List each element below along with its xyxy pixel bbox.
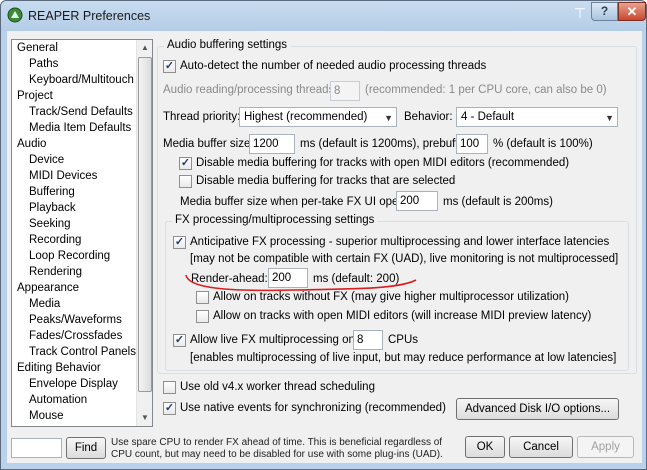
tree-item[interactable]: Device [12,152,138,168]
behavior-select[interactable]: 4 - Default ▼ [456,107,618,127]
behavior-label: Behavior: [404,111,453,123]
tree-item[interactable]: Automation [12,392,138,408]
reaper-logo-icon [7,7,23,23]
prebuffer-field[interactable]: 100 [456,134,488,154]
live-fx-cpus-field[interactable]: 8 [353,330,383,350]
tree-scrollbar[interactable]: ▲ ▼ [136,40,152,426]
per-take-note: ms (default is 200ms) [443,196,553,208]
per-take-label: Media buffer size when per-take FX UI op… [180,196,408,208]
tree-item[interactable]: Mouse [12,408,138,424]
find-button[interactable]: Find [66,437,106,459]
tree-item[interactable]: Keyboard/Multitouch [12,72,138,88]
no-fx-checkbox[interactable]: ✓ [196,291,209,304]
tree-item[interactable]: Project [12,88,138,104]
dialog-client: General Paths Keyboard/Multitouch Project Tr… [7,31,642,463]
anticipative-fx-checkbox[interactable]: ✓ [173,236,186,249]
preferences-window: REAPER Preferences ⊤ ? ✕ General Paths Key… [0,0,647,470]
tree-item[interactable]: Envelope Display [12,376,138,392]
thread-priority-label: Thread priority: [163,111,241,123]
live-fx-label: Allow live FX multiprocessing on: [190,334,359,346]
thread-priority-value: Highest (recommended) [244,111,368,123]
threads-label: Audio reading/processing threads: [163,84,338,96]
tree-item[interactable]: Appearance [12,280,138,296]
midi-editors-label: Allow on tracks with open MIDI editors (… [213,310,592,322]
threads-field[interactable]: 8 [330,81,360,101]
tree-item[interactable]: Loop Recording [12,248,138,264]
title-bar[interactable]: REAPER Preferences ⊤ ? ✕ [1,1,646,31]
old-worker-checkbox[interactable]: ✓ [163,381,176,394]
tree-item[interactable]: Audio [12,136,138,152]
help-hint-text: Use spare CPU to render FX ahead of time… [111,437,443,460]
disable-selected-label: Disable media buffering for tracks that … [196,175,456,187]
disable-midi-label: Disable media buffering for tracks with … [196,157,570,169]
no-fx-label: Allow on tracks without FX (may give hig… [213,291,569,303]
anticipative-fx-note: [may not be compatible with certain FX (… [190,253,619,265]
tree-item[interactable]: Editing Behavior [12,360,138,376]
window-title: REAPER Preferences [28,9,151,23]
live-fx-note: [enables multiprocessing of live input, … [190,352,617,364]
chevron-down-icon: ▼ [384,113,393,123]
per-take-field[interactable]: 200 [396,191,438,211]
scroll-down-icon[interactable]: ▼ [138,410,152,426]
audio-buffering-title: Audio buffering settings [164,39,290,51]
preferences-tree[interactable]: General Paths Keyboard/Multitouch Project Tr… [11,39,153,427]
midi-editors-checkbox[interactable]: ✓ [196,310,209,323]
media-buffer-note: ms (default is 1200ms), prebuffer: [300,138,472,150]
old-worker-label: Use old v4.x worker thread scheduling [180,381,375,393]
disable-selected-checkbox[interactable]: ✓ [179,175,192,188]
tree-item[interactable]: MIDI Devices [12,168,138,184]
close-button[interactable]: ✕ [618,2,646,21]
scroll-up-icon[interactable]: ▲ [138,40,152,56]
media-buffer-field[interactable]: 1200 [249,134,295,154]
threads-note: (recommended: 1 per CPU core, can also b… [365,84,607,96]
live-fx-checkbox[interactable]: ✓ [173,334,186,347]
tree-item[interactable]: Track/Send Defaults [12,104,138,120]
help-button[interactable]: ? [591,2,618,21]
live-fx-unit: CPUs [388,334,419,346]
tree-list: General Paths Keyboard/Multitouch Project Tr… [12,40,138,424]
tree-item[interactable]: Media Item Defaults [12,120,138,136]
disable-midi-checkbox[interactable]: ✓ [179,157,192,170]
tree-item[interactable]: Playback [12,200,138,216]
tree-item[interactable]: Paths [12,56,138,72]
behavior-value: 4 - Default [461,111,515,123]
auto-detect-label: Auto-detect the number of needed audio p… [180,60,487,72]
tree-item[interactable]: Recording [12,232,138,248]
media-buffer-label: Media buffer size: [163,138,254,150]
native-events-checkbox[interactable]: ✓ [163,402,176,415]
tree-item[interactable]: Seeking [12,216,138,232]
auto-detect-checkbox[interactable]: ✓ [163,60,176,73]
ok-button[interactable]: OK [465,436,505,458]
tree-item[interactable]: Peaks/Waveforms [12,312,138,328]
anticipative-fx-label: Anticipative FX processing - superior mu… [190,236,610,248]
prebuffer-note: % (default is 100%) [493,138,593,150]
tree-item[interactable]: Track Control Panels [12,344,138,360]
thread-priority-select[interactable]: Highest (recommended) ▼ [239,107,397,127]
tree-item[interactable]: Rendering [12,264,138,280]
tree-item[interactable]: General [12,40,138,56]
pin-icon[interactable]: ⊤ [571,4,589,22]
tree-item[interactable]: Media [12,296,138,312]
chevron-down-icon: ▼ [605,113,614,123]
scrollbar-thumb[interactable] [138,57,152,392]
fx-processing-title: FX processing/multiprocessing settings [172,214,378,226]
find-input[interactable] [11,438,62,458]
native-events-label: Use native events for synchronizing (rec… [180,402,446,414]
apply-button[interactable]: Apply [577,436,634,458]
tree-item[interactable]: Buffering [12,184,138,200]
cancel-button[interactable]: Cancel [509,436,573,458]
tree-item[interactable]: Fades/Crossfades [12,328,138,344]
advanced-disk-io-button[interactable]: Advanced Disk I/O options... [456,398,619,420]
